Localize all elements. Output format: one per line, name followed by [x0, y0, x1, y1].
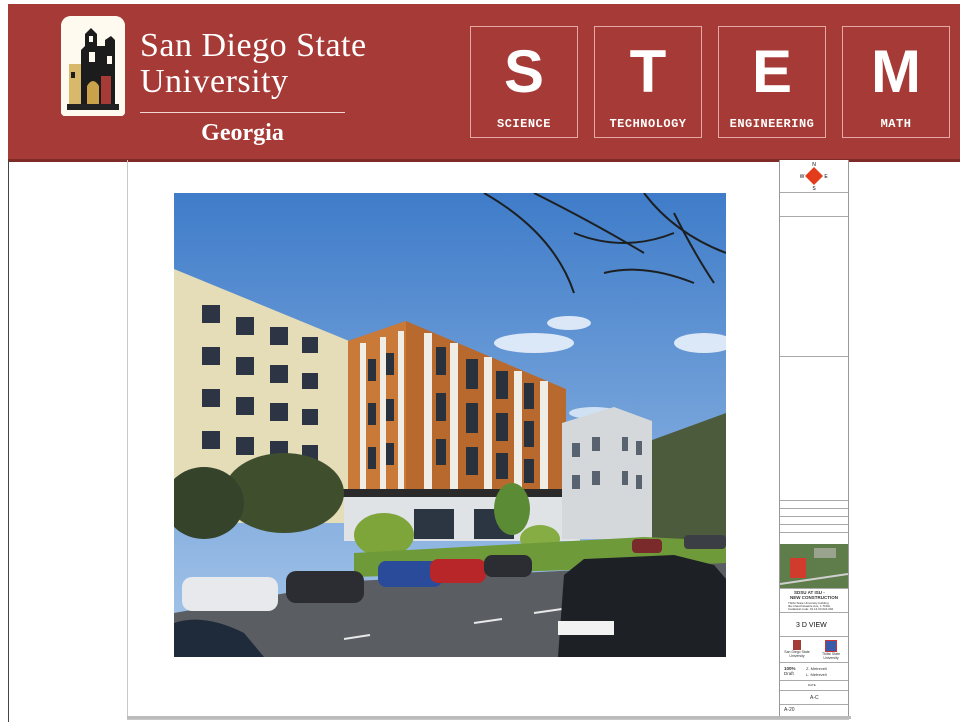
project-title-line2: NEW CONSTRUCTION: [790, 595, 838, 600]
sdsu-tower-crest-icon: [61, 16, 125, 116]
sdsu-small-logo: San Diego State University: [782, 640, 812, 658]
drawing-title-block: N S E W SDSU AT ISU - NEW CONSTRUCTION T…: [779, 160, 849, 716]
title-block-rule: [780, 532, 848, 533]
checker-name: L. Metreveli: [806, 672, 827, 677]
compass-e: E: [824, 174, 828, 180]
stem-tile-engineering: E ENGINEERING: [718, 26, 826, 138]
name-divider: [140, 112, 345, 113]
stem-letter: M: [871, 38, 921, 105]
stem-word: ENGINEERING: [729, 117, 815, 131]
university-name-line1: San Diego State: [140, 27, 367, 64]
stem-tile-math: M MATH: [842, 26, 950, 138]
title-block-rule: [780, 524, 848, 525]
university-name: San Diego State University: [140, 28, 367, 100]
north-arrow-compass: N S E W: [800, 162, 829, 192]
title-block-rule: [780, 704, 848, 705]
site-plan-image: [780, 544, 848, 588]
status-sub: Draft: [784, 671, 794, 676]
sdsu-crest-logo: [61, 16, 125, 116]
compass-icon: N S E W: [800, 162, 829, 192]
header-banner: San Diego State University Georgia S SCI…: [8, 4, 960, 162]
campus-name: Georgia: [201, 120, 284, 146]
title-block-rule: [780, 516, 848, 517]
title-block-rule: [780, 500, 848, 501]
drawing-sheet-shadow: [127, 716, 851, 719]
title-block-rule: [780, 508, 848, 509]
rendering-illustration: [174, 193, 726, 657]
stem-word: TECHNOLOGY: [609, 117, 687, 131]
compass-n: N: [812, 162, 816, 168]
stem-letter: T: [629, 38, 667, 105]
compass-s: S: [812, 186, 816, 190]
title-block-rule: [780, 192, 848, 193]
building-rendering: [174, 193, 726, 657]
date-label: DATE: [808, 683, 816, 687]
title-block-rule: [780, 612, 848, 613]
stem-word: MATH: [880, 117, 912, 131]
tsu-small-logo-text: Tbilisi State University: [821, 652, 841, 660]
designer-name: Z. Metreveli: [806, 666, 827, 671]
title-block-rule: [780, 588, 848, 589]
sheet-number: A-20: [784, 707, 795, 713]
site-plan-thumbnail: [780, 544, 848, 588]
stem-letter: E: [751, 38, 793, 105]
project-address-line3: Cadastral code: 01.14.03.024.002: [788, 607, 834, 611]
title-block-rule: [780, 636, 848, 637]
title-block-rule: [780, 690, 848, 691]
tsu-small-logo: Tbilisi State University: [816, 640, 846, 660]
university-name-line2: University: [140, 63, 289, 100]
slide-border-left: [8, 160, 9, 722]
compass-w: W: [800, 174, 805, 180]
sheet-title: 3 D VIEW: [796, 622, 827, 629]
stem-word: SCIENCE: [497, 117, 551, 131]
stem-tile-science: S SCIENCE: [470, 26, 578, 138]
sdsu-small-logo-text: San Diego State University: [784, 650, 810, 658]
stem-tile-technology: T TECHNOLOGY: [594, 26, 702, 138]
title-block-rule: [780, 680, 848, 681]
title-block-rule: [780, 216, 848, 217]
stem-letter: S: [503, 38, 545, 105]
scale-value: A-C: [810, 695, 819, 701]
title-block-rule: [780, 662, 848, 663]
title-block-rule: [780, 356, 848, 357]
